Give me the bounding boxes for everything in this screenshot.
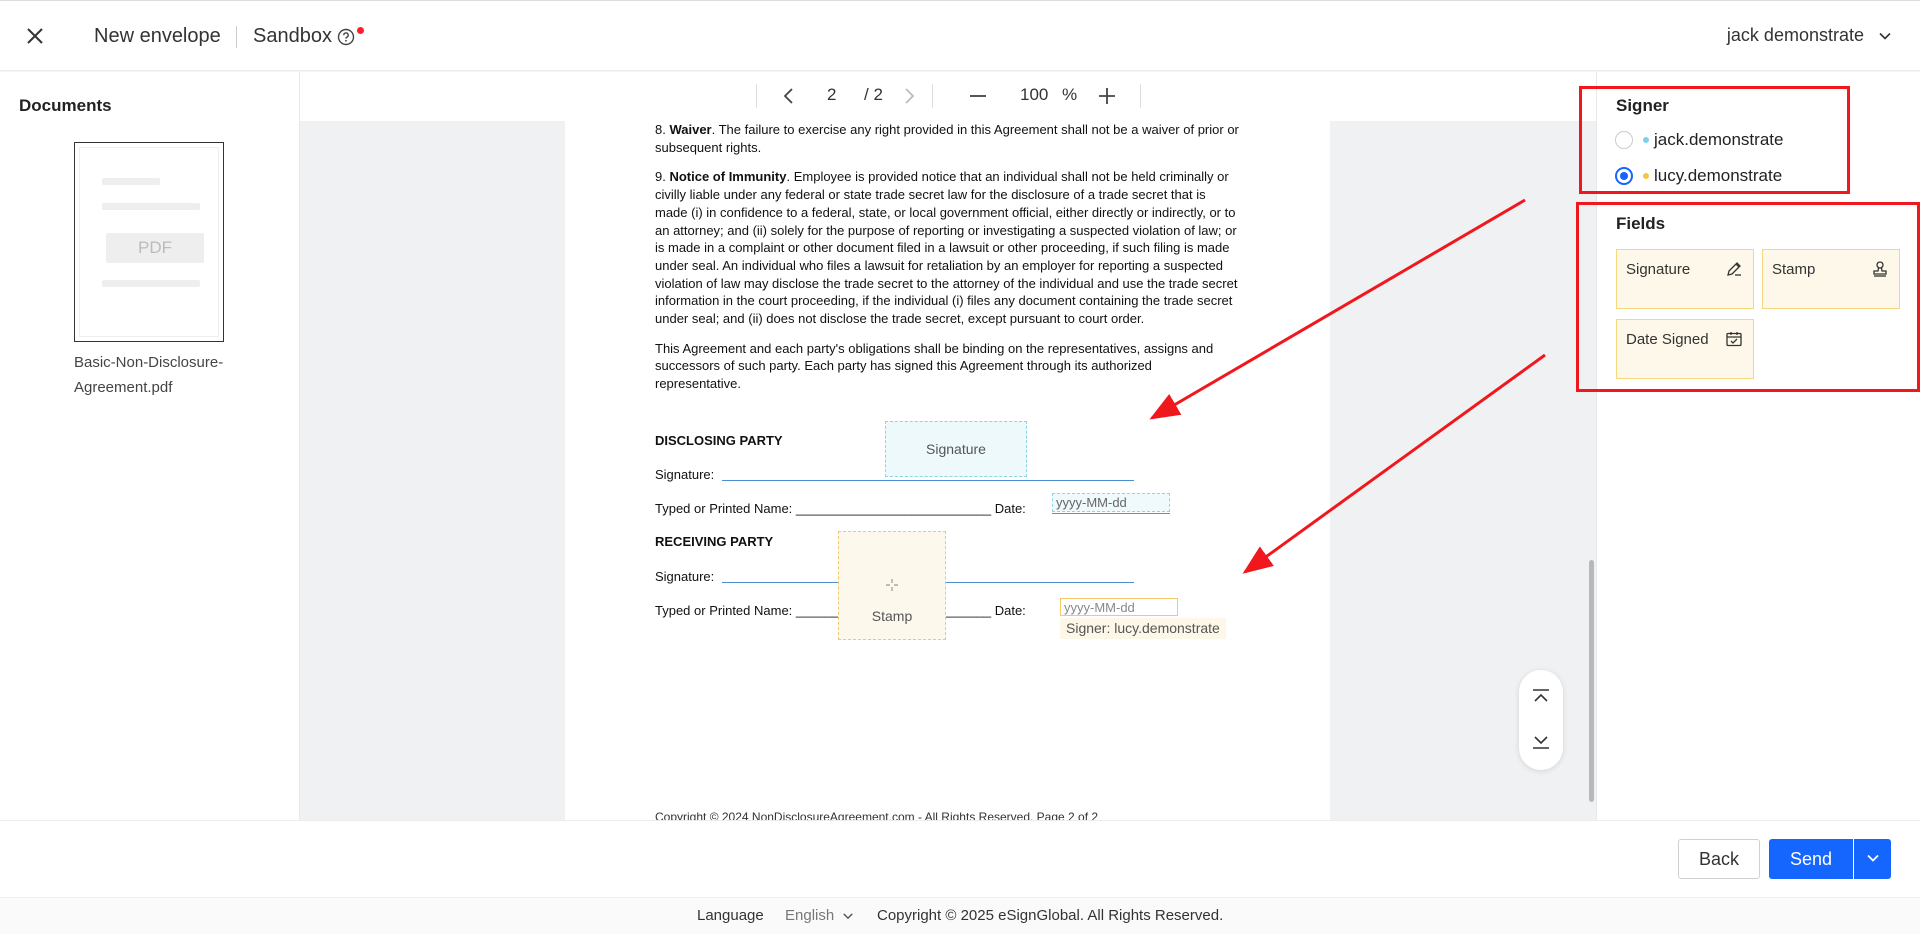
fields-title: Fields xyxy=(1616,214,1666,233)
toolbar-divider xyxy=(1140,84,1141,108)
page-text: 8. Waiver. The failure to exercise any r… xyxy=(655,121,1240,405)
stamp-field-lucy[interactable]: Stamp xyxy=(838,531,946,640)
pen-icon xyxy=(1727,262,1741,276)
field-card-date-signed[interactable]: Date Signed xyxy=(1616,319,1754,379)
field-card-label: Stamp xyxy=(1772,261,1816,278)
zoom-out-icon[interactable] xyxy=(966,84,990,108)
thumbnail-line xyxy=(102,203,200,210)
send-options-button[interactable] xyxy=(1854,839,1891,879)
document-file-name: Basic-Non-Disclosure-Agreement.pdf xyxy=(74,354,224,396)
language-select[interactable]: English xyxy=(785,907,854,924)
receiving-party-heading: RECEIVING PARTY xyxy=(655,534,774,549)
thumbnail-page: PDF xyxy=(79,147,219,337)
help-icon[interactable] xyxy=(337,28,355,46)
calendar-icon xyxy=(1726,332,1742,347)
signer-option-lucy[interactable]: lucy.demonstrate xyxy=(1615,164,1782,188)
date-field-jack[interactable]: yyyy-MM-dd xyxy=(1052,493,1170,512)
section-number: 9. xyxy=(655,169,666,185)
signer-tooltip: Signer: lucy.demonstrate xyxy=(1060,618,1226,639)
chevron-down-icon xyxy=(1879,32,1891,40)
signature-line xyxy=(722,480,1134,481)
close-icon[interactable] xyxy=(24,25,46,47)
section-8: 8. Waiver. The failure to exercise any r… xyxy=(655,121,1240,156)
section-title: Notice of Immunity xyxy=(669,169,787,185)
notification-dot xyxy=(357,27,364,34)
documents-panel: Documents PDF Basic-Non-Disclosure-Agree… xyxy=(0,72,300,820)
signer-color-dot xyxy=(1643,173,1649,179)
toolbar-divider xyxy=(756,84,757,108)
document-thumbnail[interactable]: PDF xyxy=(74,142,224,342)
viewer-toolbar: 2 / 2 100 % xyxy=(300,72,1596,121)
zoom-value[interactable]: 100 xyxy=(1020,85,1048,105)
back-button[interactable]: Back xyxy=(1678,839,1760,879)
chevron-down-icon xyxy=(843,912,853,919)
date-placeholder: yyyy-MM-dd xyxy=(1056,495,1127,510)
radio-button[interactable] xyxy=(1615,131,1633,149)
user-name: jack demonstrate xyxy=(1726,25,1864,45)
section-text: . Employee is provided notice that an in… xyxy=(655,169,1238,327)
thumbnail-line xyxy=(102,280,200,287)
date-line xyxy=(1052,513,1170,514)
move-icon[interactable] xyxy=(885,578,899,592)
field-label: Signature xyxy=(926,441,986,457)
vertical-scrollbar[interactable] xyxy=(1589,560,1594,802)
previous-page-icon[interactable] xyxy=(777,84,801,108)
fields-sidebar: Signer jack.demonstrate lucy.demonstrate… xyxy=(1596,72,1920,820)
total-pages: / 2 xyxy=(864,85,883,104)
section-9: 9. Notice of Immunity. Employee is provi… xyxy=(655,168,1240,327)
next-page-icon[interactable] xyxy=(897,84,921,108)
stamp-icon xyxy=(1873,261,1887,277)
signer-option-jack[interactable]: jack.demonstrate xyxy=(1615,128,1783,152)
document-viewer: 2 / 2 100 % 8. Waiver. The failure to ex… xyxy=(300,72,1596,820)
signature-label: Signature: xyxy=(655,569,715,584)
scroll-to-top-icon[interactable] xyxy=(1530,686,1552,708)
radio-button-selected[interactable] xyxy=(1615,167,1633,185)
field-card-stamp[interactable]: Stamp xyxy=(1762,249,1900,309)
signature-field-jack[interactable]: Signature xyxy=(885,421,1027,477)
field-label: Stamp xyxy=(871,608,913,624)
toolbar-divider xyxy=(932,84,933,108)
signature-label: Signature: xyxy=(655,467,715,482)
zoom-unit: % xyxy=(1062,85,1078,104)
scroll-controls xyxy=(1519,670,1563,770)
zoom-in-icon[interactable] xyxy=(1095,84,1119,108)
date-placeholder: yyyy-MM-dd xyxy=(1064,599,1135,615)
section-number: 8. xyxy=(655,122,666,137)
environment-label: Sandbox xyxy=(253,25,332,47)
scroll-to-bottom-icon[interactable] xyxy=(1530,730,1552,752)
signer-title: Signer xyxy=(1616,96,1669,115)
pdf-page: 8. Waiver. The failure to exercise any r… xyxy=(565,121,1330,820)
language-label: Language xyxy=(697,907,764,924)
section-title: Waiver xyxy=(669,122,712,137)
typed-name-label: Typed or Printed Name: _________________… xyxy=(655,501,1026,516)
signer-color-dot xyxy=(1643,137,1649,143)
disclosing-party-heading: DISCLOSING PARTY xyxy=(655,433,783,448)
title-divider xyxy=(236,26,237,48)
site-footer: Language English Copyright © 2025 eSignG… xyxy=(0,897,1920,934)
user-menu[interactable]: jack demonstrate xyxy=(1727,25,1892,46)
page-footer-text: Copyright © 2024 NonDisclosureAgreement.… xyxy=(655,810,1099,820)
date-field-lucy[interactable]: yyyy-MM-dd xyxy=(1060,598,1178,616)
field-card-label: Date Signed xyxy=(1626,331,1709,348)
section-text: . The failure to exercise any right prov… xyxy=(655,122,1239,155)
chevron-down-icon xyxy=(1866,854,1879,862)
signer-name: lucy.demonstrate xyxy=(1654,166,1783,185)
copyright-text: Copyright © 2025 eSignGlobal. All Rights… xyxy=(877,907,1224,924)
signer-name: jack.demonstrate xyxy=(1654,130,1784,149)
field-card-signature[interactable]: Signature xyxy=(1616,249,1754,309)
current-page-input[interactable]: 2 xyxy=(827,85,836,105)
action-bar: Back Send xyxy=(0,820,1920,897)
header: New envelope Sandbox jack demonstrate xyxy=(0,0,1920,71)
page-title: New envelope xyxy=(94,25,221,47)
send-button[interactable]: Send xyxy=(1769,839,1853,879)
language-value: English xyxy=(785,907,835,924)
pdf-label: PDF xyxy=(106,233,204,263)
thumbnail-line xyxy=(102,178,160,185)
field-card-label: Signature xyxy=(1626,261,1691,278)
documents-title: Documents xyxy=(19,96,112,115)
binding-paragraph: This Agreement and each party's obligati… xyxy=(655,340,1214,392)
